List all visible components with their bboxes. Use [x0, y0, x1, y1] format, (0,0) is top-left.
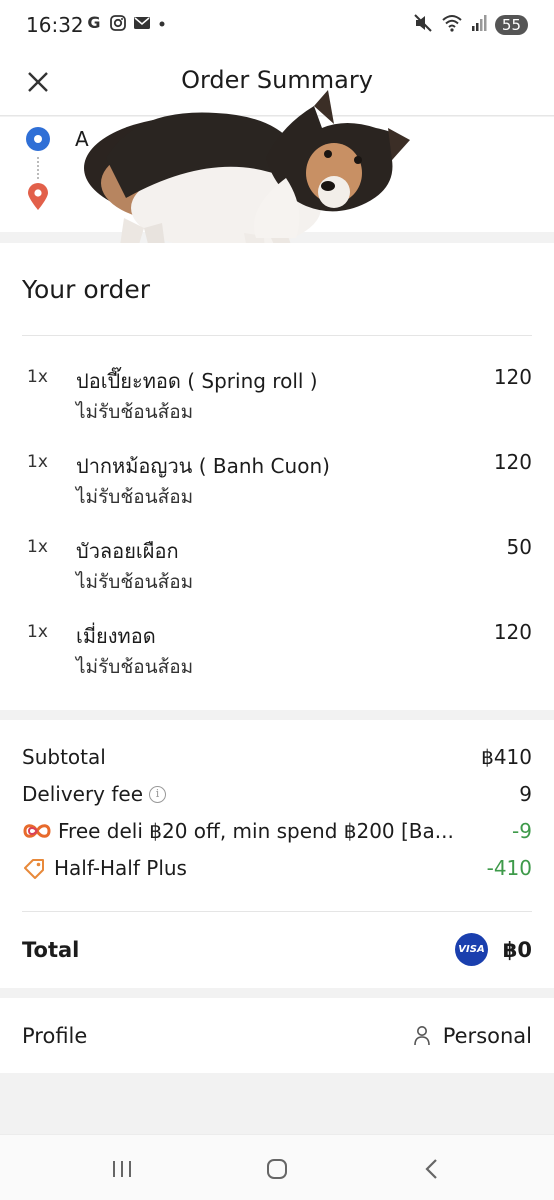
home-icon: [267, 1159, 287, 1179]
wifi-icon: [441, 13, 463, 37]
item-price: 50: [506, 535, 532, 559]
svg-text:G: G: [87, 14, 100, 32]
divider: [22, 911, 532, 912]
back-button[interactable]: [412, 1155, 452, 1183]
item-note: ไม่รับช้อนส้อม: [76, 571, 194, 593]
promo-label-group: Half-Half Plus: [22, 856, 187, 880]
item-price: 120: [493, 365, 532, 389]
promo-label: Half-Half Plus: [54, 856, 187, 880]
tag-icon: [24, 859, 44, 879]
promo-row-half-half: Half-Half Plus -410: [22, 856, 532, 886]
destination-pin-icon: [26, 183, 50, 215]
notification-icons: G: [85, 13, 167, 37]
promo-value: -410: [486, 856, 532, 880]
status-time: 16:32: [26, 13, 84, 37]
home-button[interactable]: [257, 1155, 297, 1183]
profile-label: Profile: [22, 1024, 88, 1048]
item-note: ไม่รับช้อนส้อม: [76, 656, 194, 678]
total-value: ฿0: [502, 938, 532, 962]
battery-indicator: 55: [494, 15, 528, 35]
promo-row-free-delivery: Free deli ฿20 off, min spend ฿200 [Ba...…: [22, 819, 532, 849]
promo-label-group: Free deli ฿20 off, min spend ฿200 [Ba...: [22, 819, 454, 843]
divider: [22, 335, 532, 336]
item-quantity: 1x: [27, 537, 48, 557]
profile-value: Personal: [442, 1024, 532, 1048]
item-name: ปากหม้อญวน ( Banh Cuon): [76, 454, 330, 478]
delivery-fee-label-group: Delivery fee i: [22, 782, 167, 806]
order-items-card: Your order 1x ปอเปี๊ยะทอด ( Spring roll …: [0, 243, 554, 710]
price-summary-card: Subtotal ฿410 Delivery fee i 9 Free deli…: [0, 720, 554, 988]
order-item[interactable]: 1x ปอเปี๊ยะทอด ( Spring roll ) ไม่รับช้อ…: [0, 365, 554, 439]
order-item[interactable]: 1x เมี่ยงทอด ไม่รับช้อนส้อม 120: [0, 620, 554, 694]
more-notifications-dot-icon: [157, 14, 167, 37]
delivery-fee-value: 9: [519, 782, 532, 806]
recent-apps-button[interactable]: [102, 1155, 142, 1183]
promo-label: Free deli ฿20 off, min spend ฿200 [Ba...: [58, 819, 454, 843]
item-name: เมี่ยงทอด: [76, 624, 156, 648]
order-section-title: Your order: [22, 275, 150, 304]
back-icon: [425, 1159, 437, 1179]
google-icon: G: [85, 13, 103, 37]
item-quantity: 1x: [27, 622, 48, 642]
order-item[interactable]: 1x ปากหม้อญวน ( Banh Cuon) ไม่รับช้อนส้อ…: [0, 450, 554, 524]
person-icon: [413, 1026, 430, 1046]
item-price: 120: [493, 620, 532, 644]
signal-icon: [471, 14, 487, 36]
subtotal-label: Subtotal: [22, 745, 106, 769]
item-name: บัวลอยเผือก: [76, 539, 179, 563]
item-note: ไม่รับช้อนส้อม: [76, 486, 194, 508]
total-label: Total: [22, 938, 80, 962]
item-price: 120: [493, 450, 532, 474]
origin-pin-icon: [26, 127, 50, 151]
profile-value-group: Personal: [413, 1024, 532, 1048]
system-navigation-bar: [0, 1134, 554, 1200]
system-icons: 55: [413, 13, 528, 37]
instagram-icon: [109, 14, 127, 37]
info-icon[interactable]: i: [149, 785, 167, 803]
item-note: ไม่รับช้อนส้อม: [76, 401, 194, 423]
item-name: ปอเปี๊ยะทอด ( Spring roll ): [76, 369, 318, 393]
promo-value: -9: [512, 819, 532, 843]
subtotal-row: Subtotal ฿410: [22, 745, 532, 775]
delivery-fee-label: Delivery fee: [22, 782, 144, 806]
delivery-fee-row: Delivery fee i 9: [22, 782, 532, 812]
subtotal-value: ฿410: [481, 745, 532, 769]
visa-card-icon[interactable]: VISA: [455, 933, 488, 966]
item-quantity: 1x: [27, 452, 48, 472]
route-connector: [37, 157, 39, 179]
promo-infinity-icon: [23, 824, 51, 838]
mail-icon: [133, 14, 151, 37]
profile-row[interactable]: Profile Personal: [0, 998, 554, 1073]
status-bar: 16:32 G 55: [0, 0, 554, 52]
mute-icon: [413, 13, 433, 37]
order-item[interactable]: 1x บัวลอยเผือก ไม่รับช้อนส้อม 50: [0, 535, 554, 609]
item-quantity: 1x: [27, 367, 48, 387]
recent-apps-icon: [113, 1161, 131, 1177]
